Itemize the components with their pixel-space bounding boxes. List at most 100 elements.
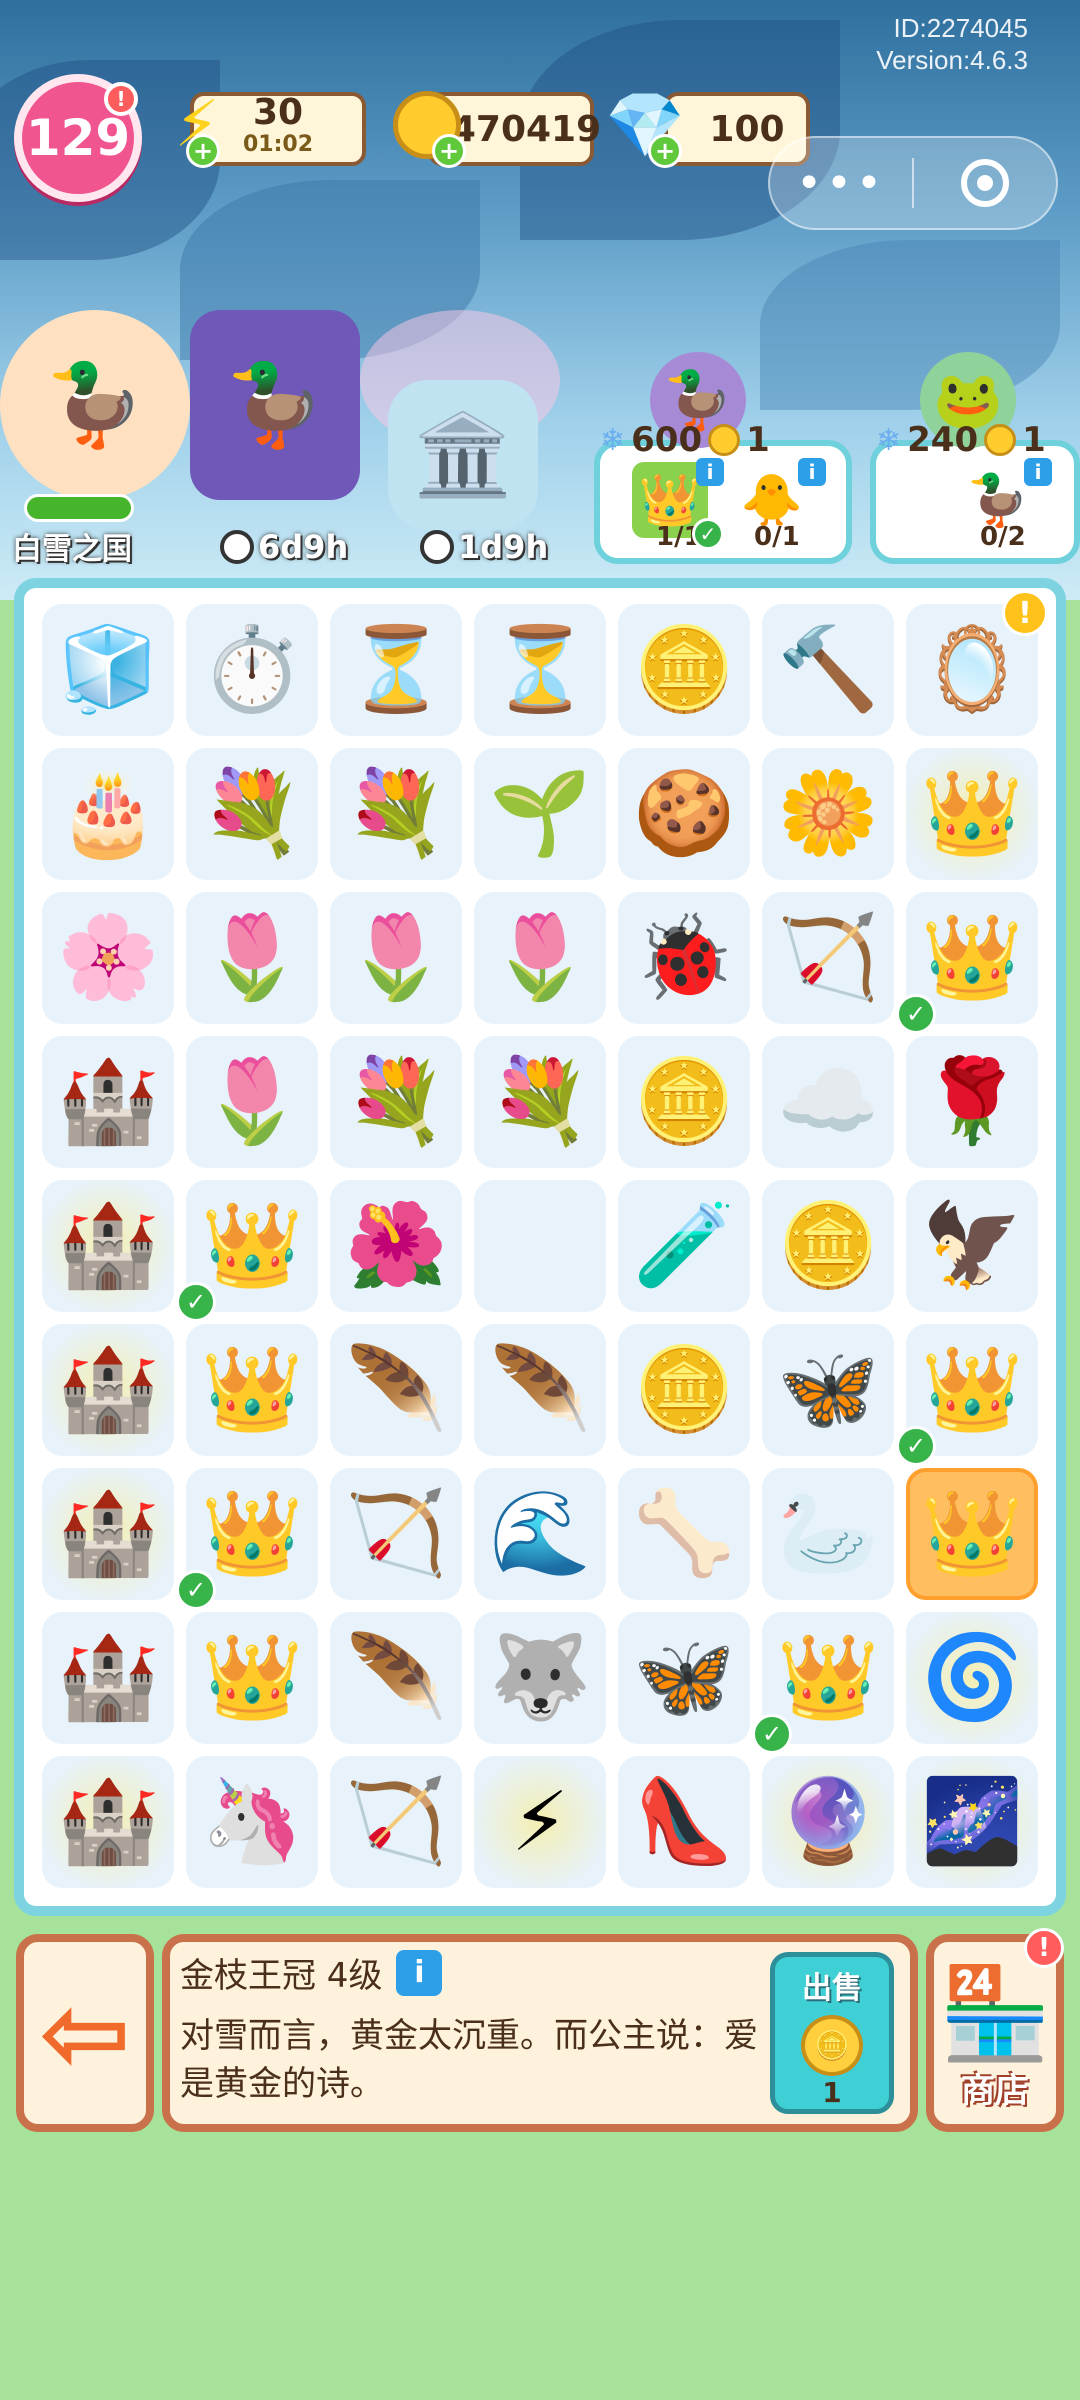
board-cell[interactable]: 🌹 xyxy=(906,1036,1038,1168)
board-item-icon: 🔨 xyxy=(776,622,880,717)
board-cell[interactable]: 🪞! xyxy=(906,590,1048,736)
board-cell[interactable]: 👑 ✓ xyxy=(896,892,1038,1034)
board-cell[interactable]: 🦢 xyxy=(762,1468,894,1600)
snow-white-character[interactable]: 🦆 xyxy=(0,310,190,500)
board-cell[interactable]: 🪙 xyxy=(762,1180,894,1312)
board-cell[interactable]: 🪙 xyxy=(618,1324,750,1456)
item-info-button[interactable]: i xyxy=(396,1949,443,1996)
board-cell[interactable]: 👑 ✓ xyxy=(176,1180,318,1322)
board-cell[interactable]: 🏰 xyxy=(42,1612,174,1744)
board-cell[interactable]: 👑 ✓ xyxy=(896,1324,1038,1466)
board-cell[interactable]: 🪶 xyxy=(330,1324,462,1456)
check-icon: ✓ xyxy=(896,994,936,1034)
board-cell[interactable]: 💐 xyxy=(330,748,462,880)
board-cell[interactable]: 🌀 xyxy=(902,1608,1042,1748)
board-item-icon: 👑 xyxy=(200,1630,304,1725)
board-cell[interactable]: 🌷 xyxy=(186,1036,318,1168)
player-level-badge[interactable]: 129 ! xyxy=(14,74,142,202)
board-cell[interactable]: 🪶 xyxy=(474,1324,606,1456)
board-item-icon: 🌷 xyxy=(344,910,448,1005)
board-cell[interactable]: 👑 xyxy=(902,744,1042,884)
board-cell-empty[interactable] xyxy=(474,1180,606,1312)
board-item-icon: 🌱 xyxy=(488,766,592,861)
board-cell[interactable]: 🏹 xyxy=(330,1468,462,1600)
board-cell[interactable]: 🎂 xyxy=(42,748,174,880)
event-timer-1: 6d9h xyxy=(220,528,348,566)
board-cell[interactable]: 👑 ✓ xyxy=(176,1468,318,1610)
sell-button[interactable]: 出售 🪙 1 xyxy=(770,1952,894,2114)
info-icon[interactable]: i xyxy=(696,458,724,486)
board-cell[interactable]: 🐺 xyxy=(474,1612,606,1744)
board-cell[interactable]: 🌌 xyxy=(902,1752,1042,1892)
exit-button[interactable]: ⇦ xyxy=(16,1934,154,2132)
ice-greenhouse-event[interactable]: 🏛️ xyxy=(388,380,538,530)
board-cell[interactable]: 🏰 xyxy=(42,1036,174,1168)
board-cell[interactable]: 🏰 xyxy=(38,1464,178,1604)
order-1-coins: 1 xyxy=(746,420,770,460)
more-menu-button[interactable]: ••• xyxy=(770,158,912,209)
add-gems-button[interactable]: + xyxy=(648,134,682,168)
board-item-icon: 🍪 xyxy=(632,766,736,861)
board-item-icon: 🌷 xyxy=(200,1054,304,1149)
board-cell[interactable]: 🪶 xyxy=(330,1612,462,1744)
board-cell[interactable]: 🦋 xyxy=(762,1324,894,1456)
board-cell[interactable]: 🦋 xyxy=(618,1612,750,1744)
board-item-icon: 👑 xyxy=(920,766,1024,861)
board-cell[interactable]: 🏹 xyxy=(330,1756,462,1888)
board-cell[interactable]: 👑 ✓ xyxy=(752,1612,894,1754)
add-coins-button[interactable]: + xyxy=(432,134,466,168)
board-cell[interactable]: 🌼 xyxy=(762,748,894,880)
board-cell[interactable]: 💐 xyxy=(330,1036,462,1168)
board-cell[interactable]: 🦅 xyxy=(906,1180,1038,1312)
board-cell[interactable]: 👠 xyxy=(618,1756,750,1888)
item-title: 金枝王冠 4级 xyxy=(180,1956,383,1996)
board-cell[interactable]: 👑 xyxy=(186,1612,318,1744)
snowflake-icon: ❄ xyxy=(876,422,902,458)
board-cell[interactable]: 🪙 xyxy=(618,604,750,736)
board-cell[interactable]: ⏳ xyxy=(474,604,606,736)
board-cell[interactable]: 🌱 xyxy=(474,748,606,880)
board-cell[interactable]: 🏰 xyxy=(38,1176,178,1316)
board-cell[interactable]: 🧊 xyxy=(42,604,174,736)
board-cell[interactable]: 🏰 xyxy=(38,1752,178,1892)
hooded-duck-event[interactable]: 🦆 xyxy=(190,310,360,500)
board-cell[interactable]: 🌷 xyxy=(330,892,462,1024)
board-item-icon: 🦢 xyxy=(776,1486,880,1581)
clock-icon xyxy=(220,530,254,564)
board-item-icon: 🪙 xyxy=(632,1342,736,1437)
board-cell[interactable]: 🐞 xyxy=(618,892,750,1024)
merge-grid: 🧊 ⏱️ ⏳ ⏳ 🪙 🔨 🪞! 🎂 💐 💐 🌱 🍪 🌼 👑 🌸 🌷 🌷 🌷 🐞 🏹 👑 ✓ 🏰 🌷 💐 💐 🪙 ☁️ 🌹 🏰 👑 ✓ 🌺 🧪 🪙 🦅 🏰… xyxy=(36,590,1048,1894)
info-icon[interactable]: i xyxy=(1024,458,1052,486)
board-item-icon: 🌷 xyxy=(200,910,304,1005)
board-item-icon: 🪶 xyxy=(488,1342,592,1437)
board-cell[interactable]: 👑 xyxy=(906,1468,1038,1600)
board-cell[interactable]: 🏰 xyxy=(38,1320,178,1460)
board-cell[interactable]: 🔨 xyxy=(762,604,894,736)
event-timer-1-text: 6d9h xyxy=(258,528,349,566)
board-cell[interactable]: 🌊 xyxy=(474,1468,606,1600)
board-cell[interactable]: ☁️ xyxy=(762,1036,894,1168)
board-cell[interactable]: 🔮 xyxy=(758,1752,898,1892)
info-icon[interactable]: i xyxy=(798,458,826,486)
board-cell[interactable]: 💐 xyxy=(186,748,318,880)
add-energy-button[interactable]: + xyxy=(186,134,220,168)
order-2-points: 240 xyxy=(907,420,979,460)
board-cell[interactable]: 🌺 xyxy=(330,1180,462,1312)
board-cell[interactable]: 🌸 xyxy=(42,892,174,1024)
board-cell[interactable]: 🌷 xyxy=(474,892,606,1024)
board-cell[interactable]: 👑 xyxy=(186,1324,318,1456)
board-cell[interactable]: ⏱️ xyxy=(186,604,318,736)
shop-button[interactable]: 🏪 商店 ! xyxy=(926,1928,1064,2132)
close-miniprogram-button[interactable] xyxy=(914,159,1056,207)
board-cell[interactable]: 🧪 xyxy=(618,1180,750,1312)
board-cell[interactable]: 🦴 xyxy=(618,1468,750,1600)
board-cell[interactable]: 🦄 xyxy=(186,1756,318,1888)
board-cell[interactable]: ⏳ xyxy=(330,604,462,736)
board-cell[interactable]: 💐 xyxy=(474,1036,606,1168)
clock-icon xyxy=(420,530,454,564)
board-cell[interactable]: 🍪 xyxy=(618,748,750,880)
board-cell[interactable]: 🌷 xyxy=(186,892,318,1024)
board-cell[interactable]: 🪙 xyxy=(618,1036,750,1168)
board-cell[interactable]: ⚡ xyxy=(470,1752,610,1892)
board-cell[interactable]: 🏹 xyxy=(762,892,894,1024)
